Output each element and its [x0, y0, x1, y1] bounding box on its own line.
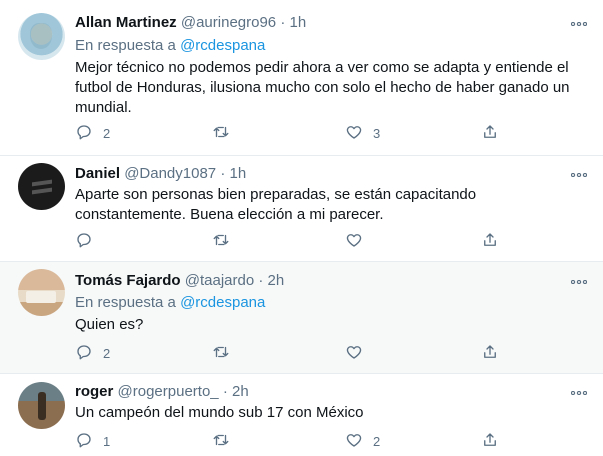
reply-prefix: En respuesta a [75, 37, 176, 54]
tweet-text: Mejor técnico no podemos pedir ahora a v… [75, 59, 570, 116]
tweet-actions: 2 3 [75, 123, 505, 143]
tweet-text: Un campeón del mundo sub 17 con México [75, 404, 364, 421]
more-icon[interactable] [569, 167, 589, 183]
avatar[interactable] [18, 13, 65, 60]
reply-count: 1 [103, 433, 111, 449]
timestamp[interactable]: 2h [268, 272, 285, 289]
separator-dot: · [220, 165, 226, 182]
separator-dot: · [222, 383, 228, 400]
tweet-header: Tomás Fajardo @taajardo · 2h [75, 271, 284, 290]
reply-context: En respuesta a @rcdespana [75, 36, 265, 55]
author-name[interactable]: roger [75, 383, 113, 400]
avatar[interactable] [18, 382, 65, 429]
author-handle[interactable]: @aurinegro96 [181, 14, 276, 31]
reply-context: En respuesta a @rcdespana [75, 293, 265, 312]
tweet-actions: 2 [75, 343, 505, 363]
retweet-button[interactable] [212, 343, 240, 363]
like-count: 3 [373, 125, 381, 141]
like-count: 2 [373, 433, 381, 449]
tweet-text: Aparte son personas bien preparadas, se … [75, 186, 477, 223]
like-button[interactable] [345, 231, 373, 251]
reply-button[interactable] [75, 231, 103, 251]
more-icon[interactable] [569, 16, 589, 32]
reply-count: 2 [103, 345, 111, 361]
share-icon [481, 431, 499, 452]
like-icon [345, 431, 363, 452]
retweet-button[interactable] [212, 231, 240, 251]
reply-prefix: En respuesta a [75, 294, 176, 311]
tweet-header: roger @rogerpuerto_ · 2h [75, 382, 249, 401]
like-button[interactable] [345, 343, 373, 363]
retweet-icon [212, 431, 230, 452]
share-button[interactable] [481, 231, 499, 251]
more-icon[interactable] [569, 274, 589, 290]
timestamp[interactable]: 2h [232, 383, 249, 400]
retweet-icon [212, 343, 230, 364]
tweet-header: Allan Martinez @aurinegro96 · 1h [75, 13, 306, 32]
avatar[interactable] [18, 163, 65, 210]
author-handle[interactable]: @rogerpuerto_ [118, 383, 219, 400]
share-button[interactable] [481, 123, 499, 143]
reply-count: 2 [103, 125, 111, 141]
like-button[interactable]: 2 [345, 431, 380, 451]
reply-button[interactable]: 2 [75, 343, 110, 363]
author-name[interactable]: Allan Martinez [75, 14, 177, 31]
timestamp[interactable]: 1h [290, 14, 307, 31]
separator-dot: · [258, 272, 264, 289]
like-icon [345, 343, 363, 364]
retweet-button[interactable] [212, 123, 240, 143]
reply-icon [75, 123, 93, 144]
reply-button[interactable]: 2 [75, 123, 110, 143]
share-icon [481, 343, 499, 364]
reply-button[interactable]: 1 [75, 431, 110, 451]
tweet-text: Quien es? [75, 316, 144, 333]
reply-icon [75, 343, 93, 364]
like-button[interactable]: 3 [345, 123, 380, 143]
reply-icon [75, 231, 93, 252]
retweet-button[interactable] [212, 431, 240, 451]
like-icon [345, 231, 363, 252]
share-button[interactable] [481, 431, 499, 451]
separator-dot: · [280, 14, 286, 31]
tweet-actions: 1 2 [75, 431, 505, 451]
author-handle[interactable]: @taajardo [185, 272, 254, 289]
reply-icon [75, 431, 93, 452]
author-name[interactable]: Daniel [75, 165, 120, 182]
tweet-header: Daniel @Dandy1087 · 1h [75, 164, 246, 183]
share-button[interactable] [481, 343, 499, 363]
author-name[interactable]: Tomás Fajardo [75, 272, 181, 289]
share-icon [481, 231, 499, 252]
tweet-actions [75, 231, 505, 251]
retweet-icon [212, 123, 230, 144]
author-handle[interactable]: @Dandy1087 [124, 165, 216, 182]
share-icon [481, 123, 499, 144]
more-icon[interactable] [569, 385, 589, 401]
avatar[interactable] [18, 269, 65, 316]
reply-mention[interactable]: @rcdespana [180, 294, 265, 311]
timestamp[interactable]: 1h [230, 165, 247, 182]
reply-mention[interactable]: @rcdespana [180, 37, 265, 54]
like-icon [345, 123, 363, 144]
retweet-icon [212, 231, 230, 252]
